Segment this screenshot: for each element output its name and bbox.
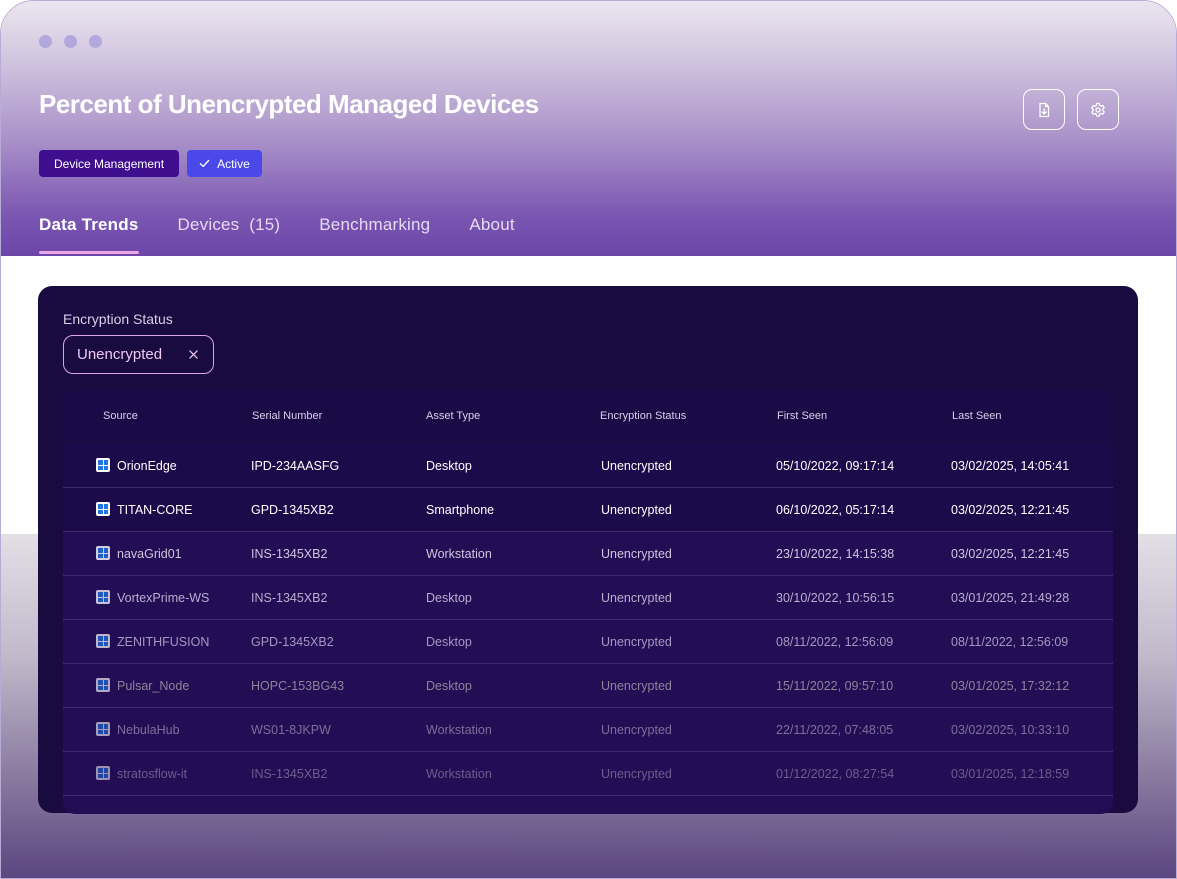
cell-asset-type: Desktop xyxy=(426,679,472,693)
windows-icon xyxy=(96,590,110,604)
cell-first-seen: 05/10/2022, 09:17:14 xyxy=(776,459,895,473)
cell-asset-type: Desktop xyxy=(426,591,472,605)
table-row[interactable]: OrionEdge IPD-234AASFG Desktop Unencrypted 0… xyxy=(63,444,1113,488)
cell-first-seen: 30/10/2022, 10:56:15 xyxy=(776,591,895,605)
devices-table: Source Serial Number Asset Type Encrypti… xyxy=(63,390,1113,814)
column-header-source[interactable]: Source xyxy=(103,410,138,422)
window-controls xyxy=(39,35,102,48)
check-icon xyxy=(199,159,210,168)
tag-list: Device Management Active xyxy=(39,150,262,177)
column-header-serial-number[interactable]: Serial Number xyxy=(252,410,322,422)
table-row[interactable]: ZENITHFUSION GPD-1345XB2 Desktop Unencrypte… xyxy=(63,620,1113,664)
cell-encryption-status: Unencrypted xyxy=(601,723,672,737)
cell-asset-type: Smartphone xyxy=(426,503,495,517)
close-icon[interactable] xyxy=(186,347,200,361)
column-header-encryption-status[interactable]: Encryption Status xyxy=(600,410,686,422)
cell-first-seen: 08/11/2022, 12:56:09 xyxy=(776,635,894,649)
cell-source: ZENITHFUSION xyxy=(117,635,210,649)
settings-button[interactable] xyxy=(1077,89,1119,130)
cell-asset-type: Workstation xyxy=(426,723,492,737)
category-badge: Device Management xyxy=(39,150,180,177)
cell-source: NebulaHub xyxy=(117,723,180,737)
gear-icon xyxy=(1091,102,1105,117)
cell-serial-number: GPD-1345XB2 xyxy=(251,635,334,649)
cell-serial-number: INS-1345XB2 xyxy=(251,547,328,561)
cell-encryption-status: Unencrypted xyxy=(601,459,672,473)
cell-last-seen: 03/02/2025, 12:21:45 xyxy=(951,547,1070,561)
status-badge: Active xyxy=(187,150,262,177)
column-header-asset-type[interactable]: Asset Type xyxy=(426,410,480,422)
cell-encryption-status: Unencrypted xyxy=(601,503,672,517)
cell-last-seen: 03/01/2025, 17:32:12 xyxy=(951,679,1070,693)
cell-asset-type: Workstation xyxy=(426,767,492,781)
table-header: Source Serial Number Asset Type Encrypti… xyxy=(63,390,1113,444)
cell-encryption-status: Unencrypted xyxy=(601,547,672,561)
windows-icon xyxy=(96,722,110,736)
cell-source: Pulsar_Node xyxy=(117,679,190,693)
window-dot-icon[interactable] xyxy=(89,35,102,48)
devices-panel: Encryption Status Unencrypted Source Ser… xyxy=(38,286,1138,814)
windows-icon xyxy=(96,502,110,516)
cell-first-seen: 06/10/2022, 05:17:14 xyxy=(776,503,895,517)
table-body: OrionEdge IPD-234AASFG Desktop Unencrypted 0… xyxy=(63,444,1113,796)
cell-encryption-status: Unencrypted xyxy=(601,591,672,605)
windows-icon xyxy=(96,634,110,648)
tab-benchmarking[interactable]: Benchmarking xyxy=(319,215,430,254)
table-row[interactable]: NebulaHub WS01-8JKPW Workstation Unencrypte… xyxy=(63,708,1113,752)
table-row[interactable]: navaGrid01 INS-1345XB2 Workstation Unencryp… xyxy=(63,532,1113,576)
cell-source: VortexPrime-WS xyxy=(117,591,210,605)
cell-last-seen: 08/11/2022, 12:56:09 xyxy=(951,635,1069,649)
cell-asset-type: Workstation xyxy=(426,547,492,561)
cell-serial-number: HOPC-153BG43 xyxy=(251,679,345,693)
column-header-first-seen[interactable]: First Seen xyxy=(777,410,827,422)
cell-serial-number: INS-1345XB2 xyxy=(251,767,328,781)
cell-first-seen: 22/11/2022, 07:48:05 xyxy=(776,723,894,737)
tab-devices[interactable]: Devices (15) xyxy=(178,215,281,254)
tab-bar: Data Trends Devices (15) Benchmarking Ab… xyxy=(39,215,554,254)
table-row[interactable]: VortexPrime-WS INS-1345XB2 Desktop Unencryp… xyxy=(63,576,1113,620)
filter-chip[interactable]: Unencrypted xyxy=(63,335,214,374)
cell-asset-type: Desktop xyxy=(426,635,472,649)
cell-last-seen: 03/01/2025, 12:18:59 xyxy=(951,767,1070,781)
app-window: Percent of Unencrypted Managed Devices D… xyxy=(0,0,1177,879)
cell-last-seen: 03/02/2025, 10:33:10 xyxy=(951,723,1070,737)
cell-source: navaGrid01 xyxy=(117,547,182,561)
windows-icon xyxy=(96,546,110,560)
tab-data-trends[interactable]: Data Trends xyxy=(39,215,139,254)
cell-serial-number: GPD-1345XB2 xyxy=(251,503,334,517)
window-dot-icon[interactable] xyxy=(64,35,77,48)
tab-about[interactable]: About xyxy=(469,215,514,254)
cell-serial-number: IPD-234AASFG xyxy=(251,459,340,473)
category-badge-label: Device Management xyxy=(54,156,165,171)
cell-last-seen: 03/02/2025, 12:21:45 xyxy=(951,503,1070,517)
table-row[interactable]: Pulsar_Node HOPC-153BG43 Desktop Unencrypte… xyxy=(63,664,1113,708)
cell-serial-number: INS-1345XB2 xyxy=(251,591,328,605)
table-row[interactable]: TITAN-CORE GPD-1345XB2 Smartphone Unencrypt… xyxy=(63,488,1113,532)
windows-icon xyxy=(96,766,110,780)
windows-icon xyxy=(96,458,110,472)
table-row[interactable]: stratosflow-it INS-1345XB2 Workstation Unen… xyxy=(63,752,1113,796)
cell-last-seen: 03/01/2025, 21:49:28 xyxy=(951,591,1070,605)
window-dot-icon[interactable] xyxy=(39,35,52,48)
windows-icon xyxy=(96,678,110,692)
filter-label: Encryption Status xyxy=(63,311,173,327)
cell-first-seen: 15/11/2022, 09:57:10 xyxy=(776,679,894,693)
column-header-last-seen[interactable]: Last Seen xyxy=(952,410,1002,422)
cell-last-seen: 03/02/2025, 14:05:41 xyxy=(951,459,1070,473)
cell-encryption-status: Unencrypted xyxy=(601,767,672,781)
cell-first-seen: 23/10/2022, 14:15:38 xyxy=(776,547,895,561)
cell-source: TITAN-CORE xyxy=(117,503,193,517)
cell-serial-number: WS01-8JKPW xyxy=(251,723,331,737)
status-badge-label: Active xyxy=(217,156,250,171)
cell-source: OrionEdge xyxy=(117,459,177,473)
filter-chip-label: Unencrypted xyxy=(77,346,163,363)
page-title: Percent of Unencrypted Managed Devices xyxy=(39,89,539,119)
export-report-button[interactable] xyxy=(1023,89,1065,130)
cell-first-seen: 01/12/2022, 08:27:54 xyxy=(776,767,895,781)
cell-source: stratosflow-it xyxy=(117,767,188,781)
cell-encryption-status: Unencrypted xyxy=(601,635,672,649)
cell-asset-type: Desktop xyxy=(426,459,472,473)
file-download-icon xyxy=(1039,102,1050,117)
cell-encryption-status: Unencrypted xyxy=(601,679,672,693)
